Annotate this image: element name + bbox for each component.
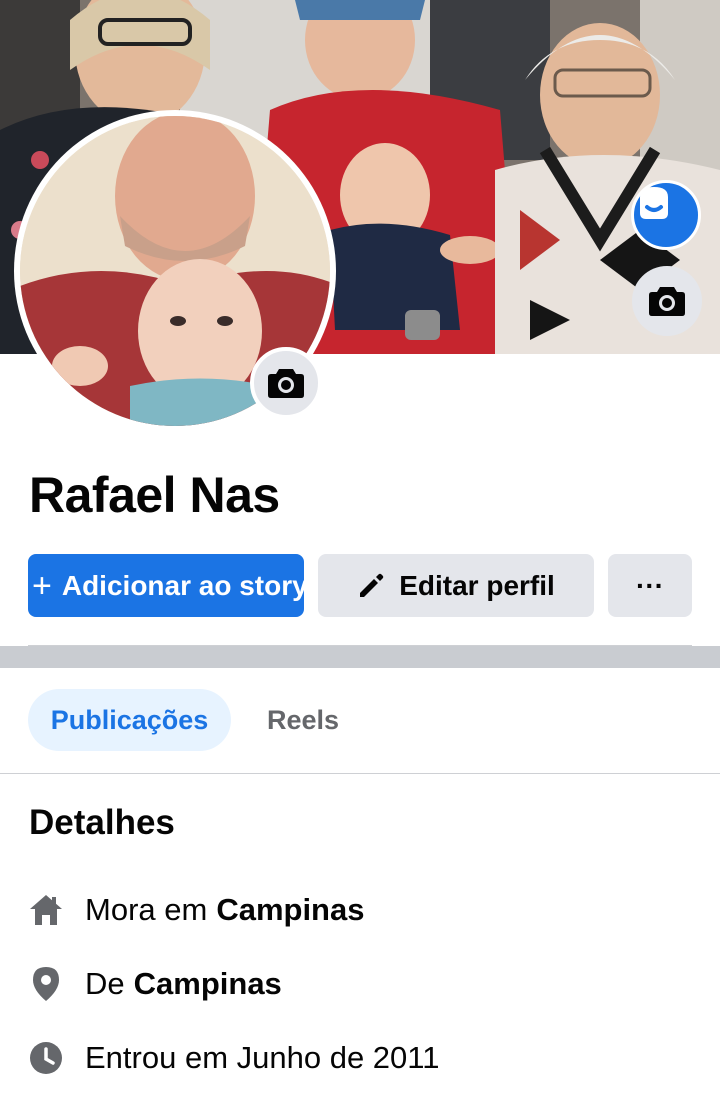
camera-icon xyxy=(649,287,685,316)
tab-publicacoes[interactable]: Publicações xyxy=(28,689,231,751)
divider xyxy=(0,773,720,774)
camera-icon xyxy=(268,369,304,398)
profile-name: Rafael Nas xyxy=(29,467,280,523)
add-story-button[interactable]: + Adicionar ao story xyxy=(28,554,304,617)
avatar-sticker-icon xyxy=(640,187,668,219)
clock-icon xyxy=(28,1040,64,1076)
cover-camera-button[interactable] xyxy=(632,266,702,336)
details-heading: Detalhes xyxy=(29,803,175,842)
plus-icon: + xyxy=(32,566,52,605)
location-pin-icon xyxy=(28,966,64,1002)
lives-in-city: Campinas xyxy=(216,892,365,927)
profile-camera-button[interactable] xyxy=(250,347,322,419)
from-city: Campinas xyxy=(133,966,282,1001)
tab-reels[interactable]: Reels xyxy=(248,689,358,751)
lives-in-prefix: Mora em xyxy=(85,892,208,927)
more-options-button[interactable]: ··· xyxy=(608,554,692,617)
profile-actions: + Adicionar ao story Editar perfil ··· xyxy=(28,554,692,617)
joined-text: Entrou em Junho de 2011 xyxy=(85,1040,440,1075)
pencil-icon xyxy=(360,573,384,597)
detail-lives-in: Mora em Campinas xyxy=(28,890,364,930)
detail-from: De Campinas xyxy=(28,964,282,1004)
home-icon xyxy=(28,892,64,928)
edit-profile-button[interactable]: Editar perfil xyxy=(318,554,594,617)
edit-profile-label: Editar perfil xyxy=(399,569,555,601)
add-story-label: Adicionar ao story xyxy=(61,569,304,601)
avatar-sticker-button[interactable] xyxy=(631,180,701,250)
more-icon: ··· xyxy=(636,569,664,601)
from-prefix: De xyxy=(85,966,125,1001)
section-separator xyxy=(0,646,720,668)
detail-joined: Entrou em Junho de 2011 xyxy=(28,1038,439,1078)
